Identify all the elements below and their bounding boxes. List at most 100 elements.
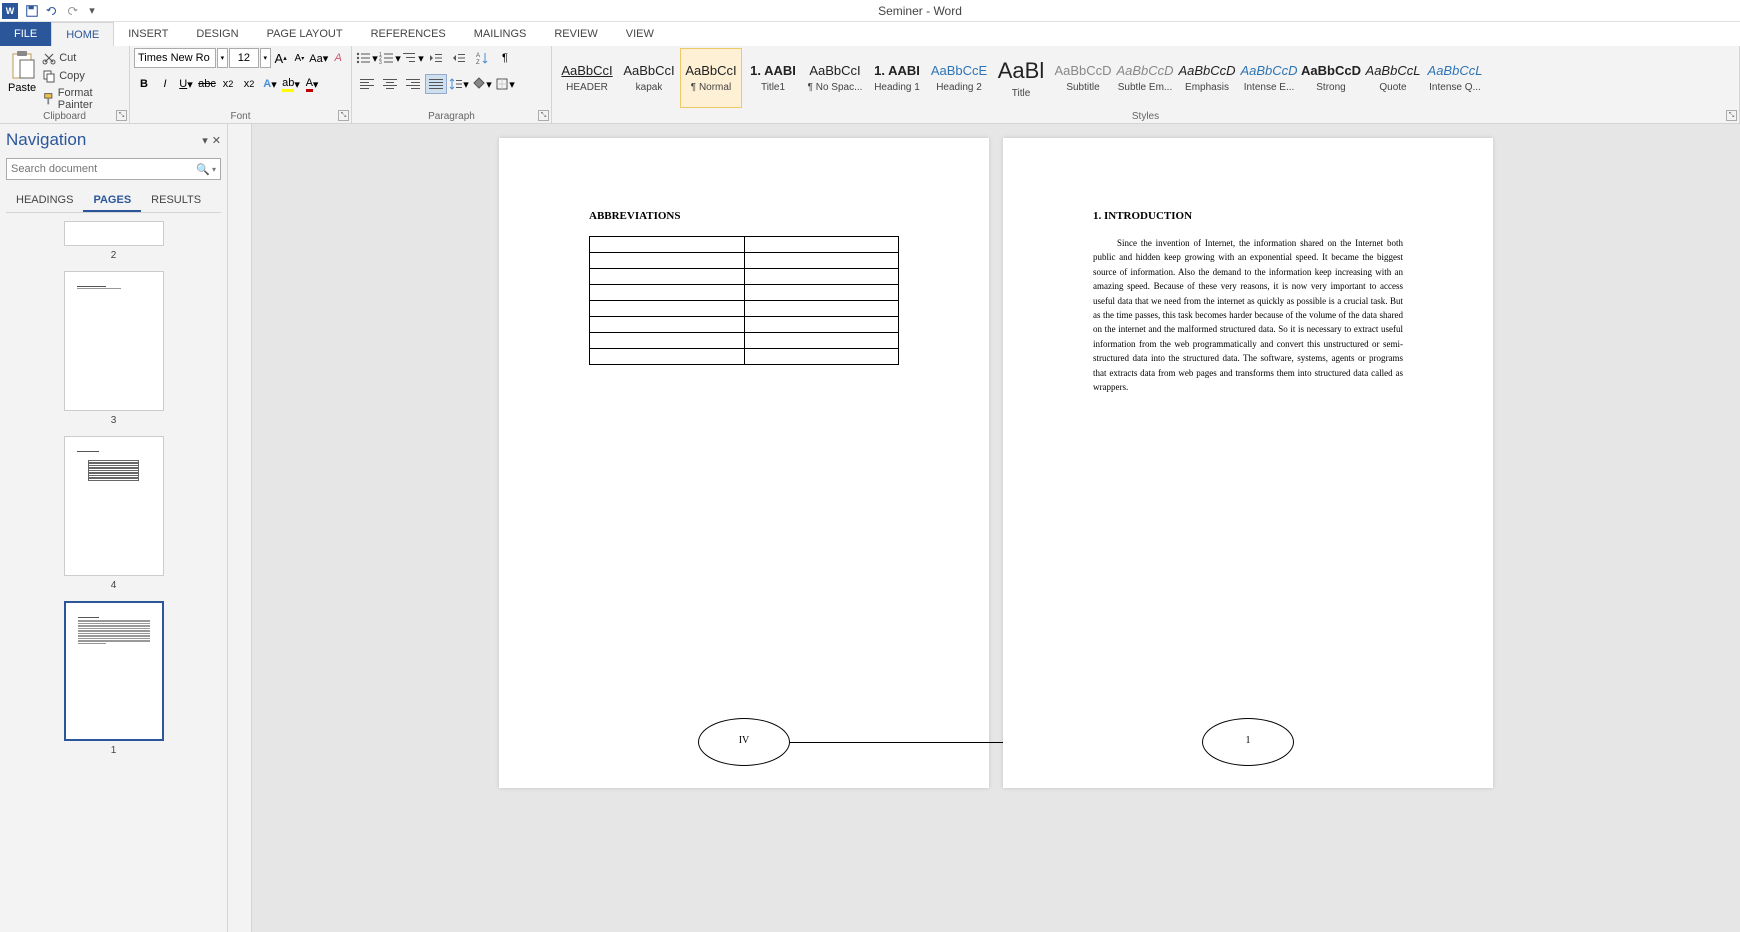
- undo-icon[interactable]: [42, 1, 62, 21]
- font-launcher-icon[interactable]: ⤡: [338, 110, 349, 121]
- grow-font-button[interactable]: A▴: [272, 48, 290, 68]
- style-strong[interactable]: AaBbCcDStrong: [1300, 48, 1362, 108]
- increase-indent-button[interactable]: [448, 48, 470, 68]
- search-icon[interactable]: 🔍: [196, 163, 210, 176]
- align-left-button[interactable]: [356, 74, 378, 94]
- underline-button[interactable]: U▾: [176, 74, 196, 94]
- paragraph-launcher-icon[interactable]: ⤡: [538, 110, 549, 121]
- tab-references[interactable]: REFERENCES: [357, 22, 460, 46]
- search-dropdown-icon[interactable]: ▾: [212, 165, 216, 174]
- style-header[interactable]: AaBbCcIHEADER: [556, 48, 618, 108]
- thumbnail-page-3[interactable]: [64, 271, 164, 411]
- paste-label: Paste: [8, 82, 36, 94]
- format-painter-label: Format Painter: [58, 87, 123, 111]
- style-title[interactable]: AaBlTitle: [990, 48, 1052, 108]
- style--no-spac-[interactable]: AaBbCcI¶ No Spac...: [804, 48, 866, 108]
- tab-insert[interactable]: INSERT: [114, 22, 182, 46]
- change-case-button[interactable]: Aa▾: [309, 48, 328, 68]
- redo-icon[interactable]: [62, 1, 82, 21]
- navigation-title: Navigation: [6, 130, 86, 150]
- bullets-button[interactable]: ▾: [356, 48, 378, 68]
- nav-tab-headings[interactable]: HEADINGS: [6, 190, 83, 212]
- tab-view[interactable]: VIEW: [612, 22, 668, 46]
- style-intense-e-[interactable]: AaBbCcDIntense E...: [1238, 48, 1300, 108]
- style-heading-2[interactable]: AaBbCcEHeading 2: [928, 48, 990, 108]
- thumbnail-page-4[interactable]: [64, 436, 164, 576]
- page-right[interactable]: 1. INTRODUCTION Since the invention of I…: [1003, 138, 1493, 788]
- navigation-dropdown-icon[interactable]: ▾: [202, 134, 208, 147]
- style-intense-q-[interactable]: AaBbCcLIntense Q...: [1424, 48, 1486, 108]
- style-title1[interactable]: 1. AABITitle1: [742, 48, 804, 108]
- navigation-search[interactable]: 🔍 ▾: [6, 158, 221, 180]
- borders-button[interactable]: ▾: [494, 74, 516, 94]
- bold-button[interactable]: B: [134, 74, 154, 94]
- multilevel-list-button[interactable]: ▾: [402, 48, 424, 68]
- highlight-button[interactable]: ab▾: [281, 74, 301, 94]
- document-area: ABBREVIATIONS IV 1. INTRODUCTION Since t…: [228, 124, 1740, 932]
- style-kapak[interactable]: AaBbCcIkapak: [618, 48, 680, 108]
- font-color-button[interactable]: A▾: [302, 74, 322, 94]
- abbreviations-table[interactable]: [589, 236, 899, 365]
- qat-customize-icon[interactable]: ▾: [82, 1, 102, 21]
- superscript-button[interactable]: x2: [239, 74, 259, 94]
- document-scroll[interactable]: ABBREVIATIONS IV 1. INTRODUCTION Since t…: [252, 124, 1740, 932]
- font-name-input[interactable]: [134, 48, 216, 68]
- style--normal[interactable]: AaBbCcI¶ Normal: [680, 48, 742, 108]
- style-subtle-em-[interactable]: AaBbCcDSubtle Em...: [1114, 48, 1176, 108]
- align-right-button[interactable]: [402, 74, 424, 94]
- align-center-button[interactable]: [379, 74, 401, 94]
- tab-mailings[interactable]: MAILINGS: [460, 22, 541, 46]
- page-right-heading: 1. INTRODUCTION: [1093, 210, 1403, 222]
- italic-button[interactable]: I: [155, 74, 175, 94]
- font-name-dropdown-icon[interactable]: ▾: [217, 48, 228, 68]
- tab-design[interactable]: DESIGN: [182, 22, 252, 46]
- format-painter-button[interactable]: Format Painter: [40, 86, 125, 112]
- show-marks-button[interactable]: ¶: [494, 48, 516, 68]
- word-app-icon: W: [2, 3, 18, 19]
- subscript-button[interactable]: x2: [218, 74, 238, 94]
- thumbnail-page-1-num: 1: [111, 745, 117, 756]
- clipboard-group-label: Clipboard: [0, 111, 129, 122]
- styles-group: AaBbCcIHEADERAaBbCcIkapakAaBbCcI¶ Normal…: [552, 46, 1740, 123]
- vertical-ruler[interactable]: [228, 124, 252, 932]
- copy-label: Copy: [59, 70, 85, 82]
- style-heading-1[interactable]: 1. AABIHeading 1: [866, 48, 928, 108]
- copy-button[interactable]: Copy: [40, 68, 125, 84]
- annotation-circle-left: [698, 718, 790, 766]
- cut-button[interactable]: Cut: [40, 50, 125, 66]
- nav-tab-results[interactable]: RESULTS: [141, 190, 211, 212]
- justify-button[interactable]: [425, 74, 447, 94]
- tab-page-layout[interactable]: PAGE LAYOUT: [253, 22, 357, 46]
- page-right-body[interactable]: Since the invention of Internet, the inf…: [1093, 236, 1403, 394]
- save-icon[interactable]: [22, 1, 42, 21]
- search-input[interactable]: [11, 163, 196, 175]
- text-effects-button[interactable]: A▾: [260, 74, 280, 94]
- svg-text:A: A: [476, 53, 480, 59]
- thumbnail-page-1[interactable]: [64, 601, 164, 741]
- strikethrough-button[interactable]: abc: [197, 74, 217, 94]
- style-quote[interactable]: AaBbCcLQuote: [1362, 48, 1424, 108]
- style-emphasis[interactable]: AaBbCcDEmphasis: [1176, 48, 1238, 108]
- shrink-font-button[interactable]: A▾: [291, 48, 309, 68]
- numbering-button[interactable]: 123▾: [379, 48, 401, 68]
- clipboard-group: Paste Cut Copy Format Painter Clipboard …: [0, 46, 130, 123]
- clear-formatting-button[interactable]: A: [329, 48, 347, 68]
- shading-button[interactable]: ▾: [471, 74, 493, 94]
- font-size-dropdown-icon[interactable]: ▾: [260, 48, 271, 68]
- tab-file[interactable]: FILE: [0, 22, 51, 46]
- nav-tab-pages[interactable]: PAGES: [83, 190, 141, 212]
- navigation-close-icon[interactable]: ✕: [212, 134, 221, 147]
- line-spacing-button[interactable]: ▾: [448, 74, 470, 94]
- ribbon: Paste Cut Copy Format Painter Clipboard …: [0, 46, 1740, 124]
- cut-label: Cut: [59, 52, 76, 64]
- tab-home[interactable]: HOME: [51, 22, 114, 46]
- font-size-input[interactable]: [229, 48, 259, 68]
- sort-button[interactable]: AZ: [471, 48, 493, 68]
- decrease-indent-button[interactable]: [425, 48, 447, 68]
- clipboard-launcher-icon[interactable]: ⤡: [116, 110, 127, 121]
- thumbnail-page-2[interactable]: [64, 221, 164, 246]
- styles-launcher-icon[interactable]: ⤡: [1726, 110, 1737, 121]
- tab-review[interactable]: REVIEW: [540, 22, 611, 46]
- page-left[interactable]: ABBREVIATIONS IV: [499, 138, 989, 788]
- style-subtitle[interactable]: AaBbCcDSubtitle: [1052, 48, 1114, 108]
